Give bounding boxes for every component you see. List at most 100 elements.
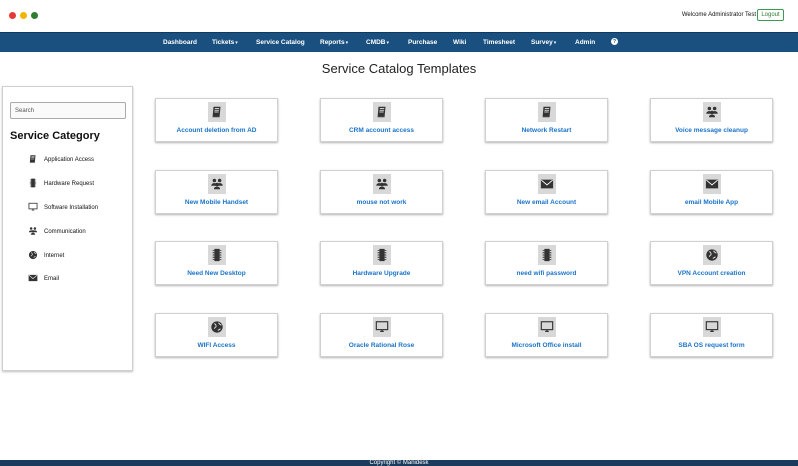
search-input[interactable]: Search <box>10 102 126 119</box>
catalog-card[interactable]: Hardware Upgrade <box>320 241 443 285</box>
sidebar-item-label: Internet <box>44 253 65 259</box>
envelope-icon <box>537 174 556 194</box>
chip-icon <box>27 178 39 190</box>
globe-icon <box>207 317 226 337</box>
question-circle-icon[interactable]: ? <box>611 38 618 45</box>
sidebar-item-label: Hardware Request <box>44 181 95 187</box>
catalog-card[interactable]: SBA OS request form <box>650 313 773 357</box>
sidebar-title: Service Category <box>10 130 100 142</box>
nav-item-label: Reports <box>320 39 345 46</box>
caret-down-icon: ▾ <box>553 40 557 46</box>
catalog-card-label[interactable]: WIFI Access <box>156 342 277 349</box>
catalog-card-label[interactable]: VPN Account creation <box>651 270 772 277</box>
nav-item-purchase[interactable]: Purchase <box>408 39 437 46</box>
nav-item-label: CMDB <box>366 39 386 46</box>
catalog-card[interactable]: New Mobile Handset <box>155 170 278 214</box>
catalog-card[interactable]: Network Restart <box>485 98 608 142</box>
sidebar-item-internet[interactable]: Internet <box>27 250 64 262</box>
nav-item-dashboard[interactable]: Dashboard <box>163 39 197 46</box>
nav-item-label: Timesheet <box>483 39 516 46</box>
sidebar-item-hardware-request[interactable]: Hardware Request <box>27 178 94 190</box>
users-icon <box>27 226 39 238</box>
envelope-icon <box>702 174 721 194</box>
chip-icon <box>207 245 226 265</box>
nav-item-reports[interactable]: Reports▾ <box>320 39 348 46</box>
catalog-card-label[interactable]: Network Restart <box>486 127 607 134</box>
catalog-card-label[interactable]: Need New Desktop <box>156 270 277 277</box>
users-icon <box>207 174 226 194</box>
welcome-text: Welcome Administrator Test <box>681 12 756 18</box>
sidebar: Search Service Category Application Acce… <box>2 86 133 371</box>
catalog-card[interactable]: mouse not work <box>320 170 443 214</box>
caret-down-icon: ▾ <box>345 40 349 46</box>
catalog-card[interactable]: Microsoft Office install <box>485 313 608 357</box>
maximize-dot[interactable] <box>31 12 38 19</box>
catalog-card-label[interactable]: mouse not work <box>321 199 442 206</box>
sidebar-item-email[interactable]: Email <box>27 273 59 285</box>
copyright-text: Copyright © Manidesk <box>369 460 429 466</box>
catalog-card[interactable]: New email Account <box>485 170 608 214</box>
users-icon <box>372 174 391 194</box>
sidebar-item-label: Email <box>44 276 60 282</box>
catalog-card-label[interactable]: CRM account access <box>321 127 442 134</box>
sidebar-item-software-installation[interactable]: Software Installation <box>27 202 98 214</box>
book-icon <box>27 154 39 166</box>
catalog-card-label[interactable]: SBA OS request form <box>651 342 772 349</box>
globe-icon <box>702 245 721 265</box>
catalog-card[interactable]: Oracle Rational Rose <box>320 313 443 357</box>
sidebar-item-label: Communication <box>44 229 86 235</box>
catalog-card-label[interactable]: Microsoft Office install <box>486 342 607 349</box>
monitor-icon <box>27 202 39 214</box>
nav-item-admin[interactable]: Admin <box>575 39 595 46</box>
catalog-card-label[interactable]: need wifi password <box>486 270 607 277</box>
book-icon <box>372 102 391 122</box>
catalog-card-label[interactable]: New Mobile Handset <box>156 199 277 206</box>
catalog-card-label[interactable]: Hardware Upgrade <box>321 270 442 277</box>
logout-button[interactable]: Logout <box>757 9 784 21</box>
catalog-card[interactable]: Voice message cleanup <box>650 98 773 142</box>
nav-item-label: Survey <box>531 39 553 46</box>
catalog-card[interactable]: CRM account access <box>320 98 443 142</box>
main-navbar: Dashboard Tickets▾ Service Catalog Reports▾… <box>0 32 798 52</box>
sidebar-item-application-access[interactable]: Application Access <box>27 154 94 166</box>
catalog-card-label[interactable]: New email Account <box>486 199 607 206</box>
monitor-icon <box>537 317 556 337</box>
top-bar: Welcome Administrator Test Logout <box>0 0 798 32</box>
nav-item-label: Dashboard <box>163 39 197 46</box>
catalog-card[interactable]: VPN Account creation <box>650 241 773 285</box>
nav-item-label: Admin <box>575 39 596 46</box>
catalog-card-label[interactable]: email Mobile App <box>651 199 772 206</box>
chip-icon <box>372 245 391 265</box>
users-icon <box>702 102 721 122</box>
nav-item-label: Wiki <box>453 39 467 46</box>
caret-down-icon: ▾ <box>386 40 390 46</box>
nav-item-cmdb[interactable]: CMDB▾ <box>366 39 389 46</box>
monitor-icon <box>702 317 721 337</box>
catalog-card-label[interactable]: Voice message cleanup <box>651 127 772 134</box>
caret-down-icon: ▾ <box>235 40 238 46</box>
sidebar-item-label: Software Installation <box>44 205 99 211</box>
book-icon <box>537 102 556 122</box>
minimize-dot[interactable] <box>20 12 27 19</box>
catalog-card-label[interactable]: Oracle Rational Rose <box>321 342 442 349</box>
sidebar-item-label: Application Access <box>44 157 95 163</box>
catalog-card[interactable]: need wifi password <box>485 241 608 285</box>
sidebar-item-communication[interactable]: Communication <box>27 226 86 238</box>
close-dot[interactable] <box>9 12 16 19</box>
catalog-card[interactable]: WIFI Access <box>155 313 278 357</box>
catalog-card[interactable]: email Mobile App <box>650 170 773 214</box>
nav-item-label: Service Catalog <box>256 39 305 46</box>
nav-item-timesheet[interactable]: Timesheet <box>483 39 515 46</box>
nav-item-service-catalog[interactable]: Service Catalog <box>256 39 305 46</box>
envelope-icon <box>27 273 39 285</box>
book-icon <box>207 102 226 122</box>
window-controls <box>9 12 38 19</box>
nav-item-survey[interactable]: Survey▾ <box>531 39 556 46</box>
globe-icon <box>27 250 39 262</box>
nav-item-tickets[interactable]: Tickets▾ <box>212 39 238 46</box>
catalog-card[interactable]: Account deletion from AD <box>155 98 278 142</box>
catalog-card[interactable]: Need New Desktop <box>155 241 278 285</box>
nav-item-wiki[interactable]: Wiki <box>453 39 466 46</box>
chip-icon <box>537 245 556 265</box>
catalog-card-label[interactable]: Account deletion from AD <box>156 127 277 134</box>
